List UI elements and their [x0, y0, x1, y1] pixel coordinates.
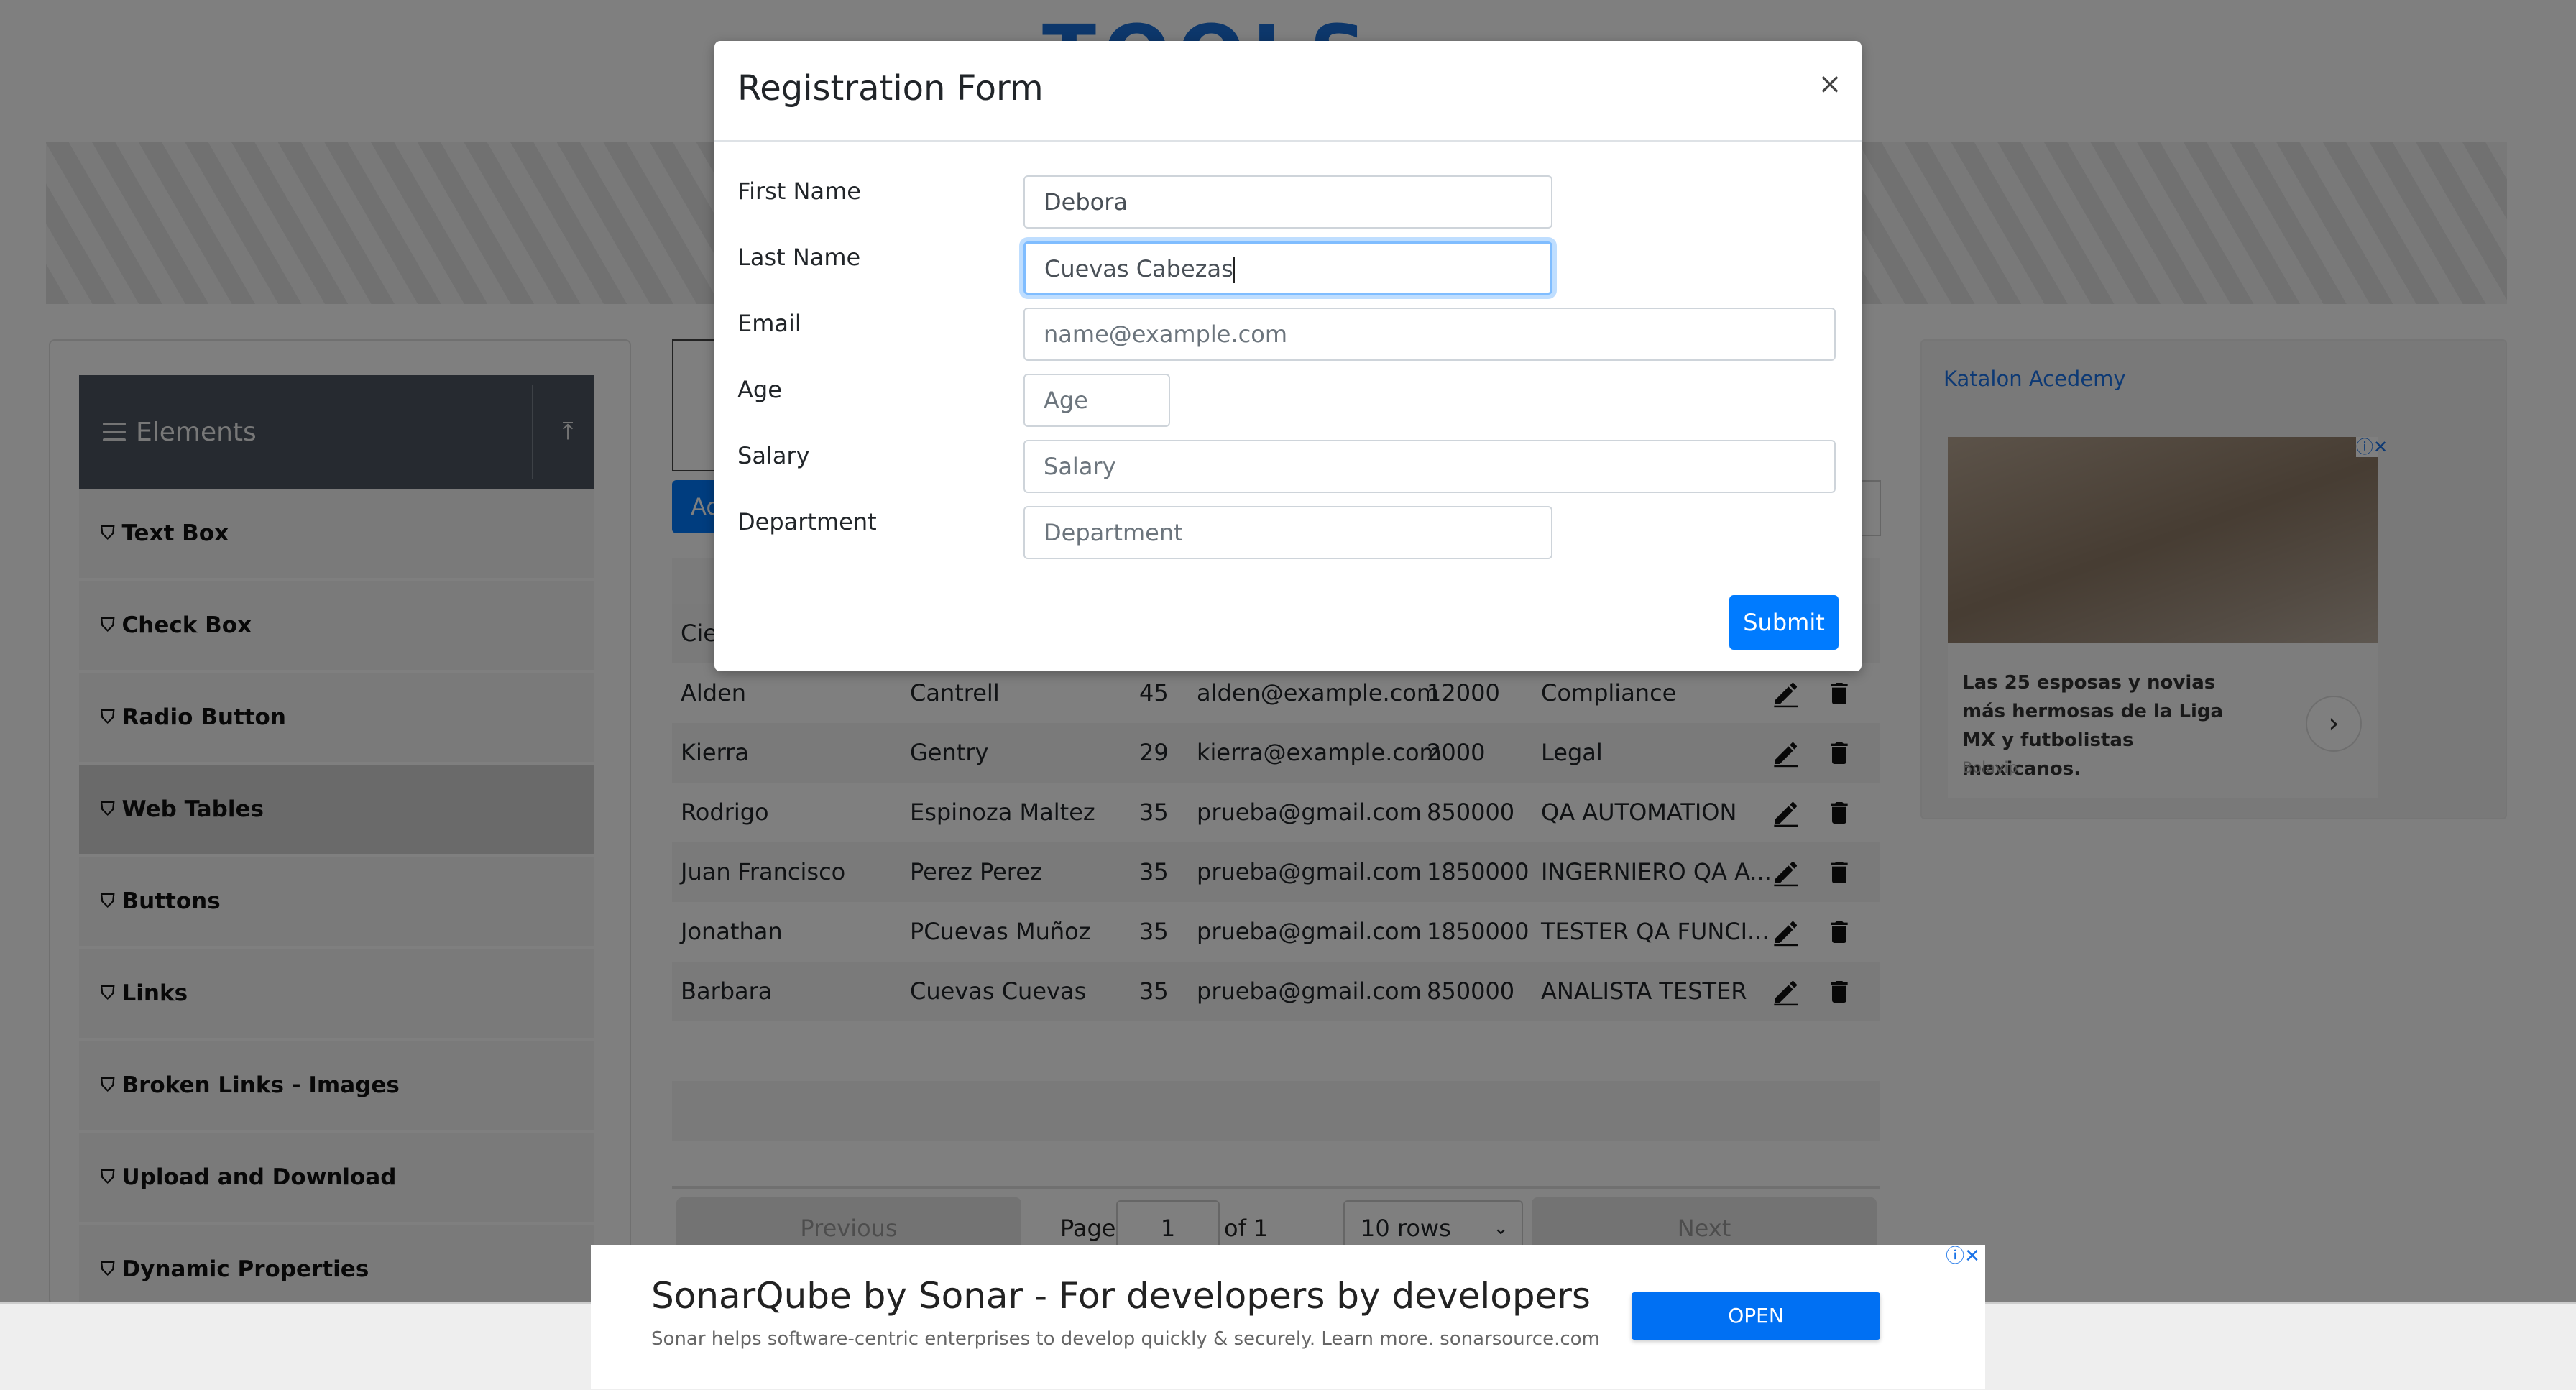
email-label: Email [737, 310, 801, 337]
last-name-label: Last Name [737, 244, 861, 271]
close-icon[interactable]: × [1814, 68, 1846, 100]
email-field[interactable]: name@example.com [1024, 308, 1836, 361]
page: TOOLS ⚙ Elements ⤒ ⛉ Text Box ⛉ Check Bo… [0, 0, 2576, 1390]
salary-label: Salary [737, 442, 810, 469]
ad-info-icon[interactable]: ⓘ✕ [1941, 1245, 1985, 1268]
bottom-ad-banner: ⓘ✕ SonarQube by Sonar - For developers b… [591, 1245, 1985, 1389]
first-name-label: First Name [737, 178, 861, 205]
ad-subtext[interactable]: Sonar helps software-centric enterprises… [651, 1328, 1600, 1350]
modal-header: Registration Form × [714, 41, 1862, 142]
age-field[interactable]: Age [1024, 374, 1170, 427]
age-label: Age [737, 376, 782, 403]
ad-headline[interactable]: SonarQube by Sonar - For developers by d… [651, 1275, 1591, 1317]
last-name-field[interactable]: Cuevas Cabezas [1024, 241, 1552, 295]
text-caret [1233, 257, 1235, 283]
salary-field[interactable]: Salary [1024, 440, 1836, 493]
department-label: Department [737, 508, 877, 535]
first-name-field[interactable]: Debora [1024, 175, 1552, 229]
submit-button[interactable]: Submit [1729, 595, 1839, 650]
registration-modal: Registration Form × First Name Debora La… [714, 41, 1862, 671]
last-name-value: Cuevas Cabezas [1044, 255, 1233, 282]
department-field[interactable]: Department [1024, 506, 1552, 559]
modal-title: Registration Form [737, 68, 1044, 109]
ad-open-button[interactable]: OPEN [1632, 1292, 1880, 1340]
